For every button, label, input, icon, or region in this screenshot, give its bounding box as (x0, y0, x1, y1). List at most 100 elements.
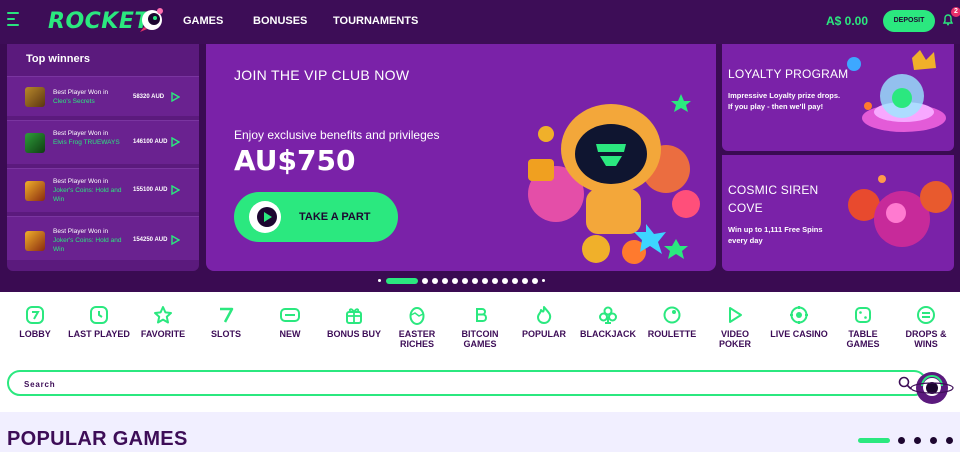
game-thumbnail (25, 87, 45, 107)
winner-amount: 146100 AUD (133, 139, 168, 145)
carousel-dot[interactable] (522, 278, 528, 284)
astronaut-logo-icon (140, 8, 163, 32)
support-chat-icon[interactable] (910, 368, 954, 408)
clock-icon (90, 306, 108, 324)
winner-amount: 58320 AUD (133, 94, 165, 100)
play-icon[interactable] (171, 185, 180, 195)
carousel-dot[interactable] (492, 278, 498, 284)
loyalty-title: LOYALTY PROGRAM (728, 67, 849, 81)
carousel-dot[interactable] (452, 278, 458, 284)
loyalty-program-card[interactable]: LOYALTY PROGRAM Impressive Loyalty prize… (722, 44, 954, 151)
egg-icon (409, 307, 425, 325)
carousel-dot[interactable] (512, 278, 518, 284)
category-table-games[interactable]: TABLE GAMES (832, 305, 894, 349)
nav-games[interactable]: GAMES (183, 15, 223, 27)
cosmic-siren-title: COSMIC SIREN COVE (728, 183, 819, 215)
winner-amount: 155100 AUD (133, 187, 168, 193)
winner-row[interactable]: Best Player Won in Elvis Frog TRUEWAYS 1… (7, 120, 199, 164)
astronaut-play-icon (249, 201, 281, 233)
category-live-casino[interactable]: LIVE CASINO (768, 305, 830, 339)
winner-caption: Best Player Won in Joker's Coins: Hold a… (53, 178, 122, 203)
carousel-dot[interactable] (422, 278, 428, 284)
lobby-icon (26, 306, 44, 324)
game-thumbnail (25, 231, 45, 251)
club-icon (599, 306, 617, 324)
category-slots[interactable]: SLOTS (195, 305, 257, 339)
games-pager-dot[interactable] (930, 437, 937, 444)
category-video-poker[interactable]: VIDEO POKER (704, 305, 766, 349)
games-pager-active[interactable] (858, 438, 890, 443)
notification-badge: 2 (951, 7, 960, 17)
nav-bonuses[interactable]: BONUSES (253, 15, 307, 27)
search-bar (7, 370, 927, 396)
category-favorite[interactable]: FAVORITE (132, 305, 194, 339)
winner-row[interactable]: Best Player Won in Cleo's Secrets 58320 … (7, 76, 199, 116)
carousel-dot[interactable] (502, 278, 508, 284)
games-pager-dot[interactable] (946, 437, 953, 444)
winner-caption: Best Player Won in Elvis Frog TRUEWAYS (53, 130, 120, 146)
games-pager-dot[interactable] (914, 437, 921, 444)
winner-amount: 154250 AUD (133, 237, 168, 243)
top-header: ROCKET GAMES BONUSES TOURNAMENTS A$ 0.00… (0, 0, 960, 44)
carousel-dot[interactable] (432, 278, 438, 284)
nav-tournaments[interactable]: TOURNAMENTS (333, 15, 418, 27)
category-easter-riches[interactable]: EASTER RICHES (386, 305, 448, 349)
carousel-dot[interactable] (472, 278, 478, 284)
top-winners-title: Top winners (26, 53, 90, 65)
category-roulette[interactable]: ROULETTE (641, 305, 703, 339)
seven-icon (220, 307, 234, 323)
ufo-illustration (847, 50, 946, 132)
astronaut-illustration (528, 94, 700, 264)
category-new[interactable]: NEW (259, 305, 321, 339)
carousel-dot[interactable] (378, 279, 381, 282)
fire-icon (537, 306, 552, 324)
play-icon[interactable] (171, 137, 180, 147)
vip-amount: AU$750 (234, 144, 356, 177)
dice-icon (855, 307, 871, 323)
carousel-dot[interactable] (462, 278, 468, 284)
carousel-dot-active[interactable] (386, 278, 418, 284)
logo[interactable]: ROCKET (48, 9, 150, 34)
vip-banner: JOIN THE VIP CLUB NOW Enjoy exclusive be… (206, 44, 716, 271)
winner-row[interactable]: Best Player Won in Joker's Coins: Hold a… (7, 168, 199, 212)
carousel-dot[interactable] (542, 279, 545, 282)
take-a-part-label: TAKE A PART (299, 211, 371, 223)
category-bonus-buy[interactable]: BONUS BUY (323, 305, 385, 339)
category-last-played[interactable]: LAST PLAYED (68, 305, 130, 339)
cosmic-siren-text: Win up to 1,111 Free Spins every day (728, 225, 823, 245)
category-drops-wins[interactable]: DROPS & WINS (895, 305, 957, 349)
section-title: POPULAR GAMES (7, 428, 188, 450)
winner-row[interactable]: Best Player Won in Joker's Coins: Hold a… (7, 216, 199, 260)
new-icon (280, 308, 300, 322)
drops-icon (917, 306, 935, 324)
search-input[interactable] (24, 376, 864, 392)
category-lobby[interactable]: LOBBY (4, 305, 66, 339)
category-popular[interactable]: POPULAR (513, 305, 575, 339)
game-thumbnail (25, 181, 45, 201)
loyalty-text: Impressive Loyalty prize drops. If you p… (728, 91, 841, 111)
take-a-part-button[interactable]: TAKE A PART (234, 192, 398, 242)
winner-caption: Best Player Won in Cleo's Secrets (53, 89, 109, 105)
games-pager-dot[interactable] (898, 437, 905, 444)
deposit-button[interactable]: DEPOSIT (883, 10, 935, 32)
star-icon (154, 306, 172, 324)
planet-illustration (848, 175, 952, 247)
category-blackjack[interactable]: BLACKJACK (577, 305, 639, 339)
category-bitcoin-games[interactable]: BITCOIN GAMES (449, 305, 511, 349)
vip-title: JOIN THE VIP CLUB NOW (234, 67, 410, 83)
menu-icon[interactable] (7, 12, 19, 26)
roulette-icon (663, 306, 681, 324)
cosmic-siren-card[interactable]: COSMIC SIREN COVE Win up to 1,111 Free S… (722, 155, 954, 271)
live-icon (790, 306, 808, 324)
game-thumbnail (25, 133, 45, 153)
popular-games-section: POPULAR GAMES (0, 412, 960, 452)
play-icon[interactable] (171, 235, 180, 245)
winner-caption: Best Player Won in Joker's Coins: Hold a… (53, 228, 122, 253)
carousel-dot[interactable] (442, 278, 448, 284)
gift-icon (346, 308, 362, 324)
top-winners-panel: Top winners Best Player Won in Cleo's Se… (7, 44, 199, 271)
carousel-dot[interactable] (482, 278, 488, 284)
carousel-dot[interactable] (532, 278, 538, 284)
vip-subtitle: Enjoy exclusive benefits and privileges (234, 128, 440, 142)
play-icon[interactable] (171, 92, 180, 102)
